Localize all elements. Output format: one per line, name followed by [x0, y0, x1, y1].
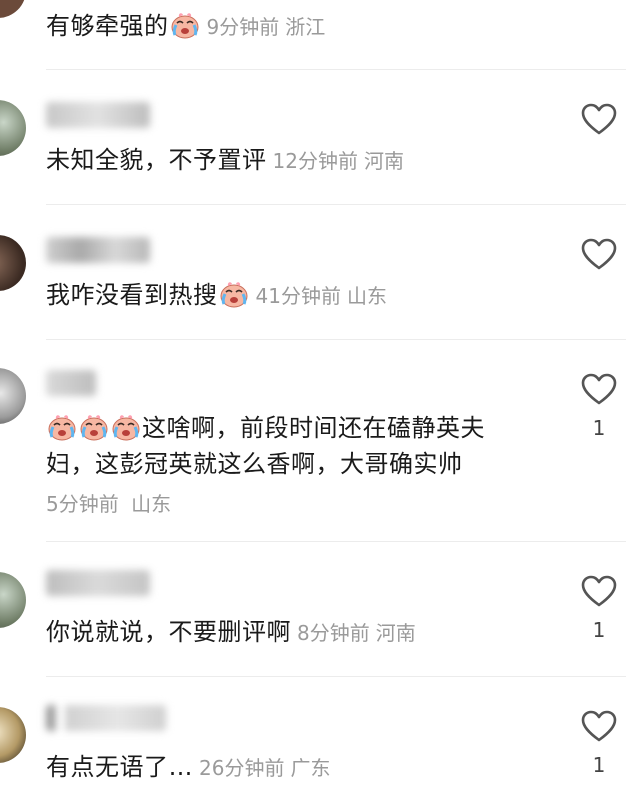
user-avatar[interactable]: [0, 368, 26, 424]
heart-outline-icon[interactable]: [580, 372, 618, 406]
comment-location: 广东: [290, 756, 331, 780]
comment-text: 这啥啊，前段时间还在磕静英夫 妇，这彭冠英就这么香啊，大哥确实帅: [46, 413, 485, 478]
comment-location: 山东: [131, 492, 172, 516]
comment-text: 我咋没看到热搜 41分钟前 山东: [46, 280, 387, 309]
comment-item: 未知全貌，不予置评 12分钟前 河南: [0, 70, 626, 205]
comment-item: 1 有点无语了… 26分钟前 广东: [0, 677, 626, 805]
heart-outline-icon[interactable]: [580, 237, 618, 271]
user-avatar[interactable]: [0, 0, 26, 18]
comment-time: 41分钟前: [255, 284, 341, 308]
username-blurred[interactable]: [46, 102, 150, 128]
comment-item: 1 这啥啊，前段时间还在磕静英夫 妇，这彭冠英就这么香啊，大哥确实帅 5分钟前 山…: [0, 340, 626, 542]
comment-text: 你说就说，不要删评啊 8分钟前 河南: [46, 618, 416, 646]
comment-location: 山东: [346, 284, 387, 308]
user-avatar[interactable]: [0, 707, 26, 763]
heart-outline-icon[interactable]: [580, 574, 618, 608]
comment-text: 有够牵强的 9分钟前 浙江: [46, 11, 326, 40]
comment-item: 我咋没看到热搜 41分钟前 山东: [0, 205, 626, 340]
username-blurred[interactable]: [46, 370, 96, 396]
comment-time: 26分钟前: [199, 756, 285, 780]
comment-location: 浙江: [285, 15, 326, 39]
crying-face-emoji-icon: [79, 413, 109, 441]
username-blurred[interactable]: [46, 237, 150, 263]
crying-face-emoji-icon: [111, 413, 141, 441]
user-avatar[interactable]: [0, 100, 26, 156]
comment-list: 有够牵强的 9分钟前 浙江 未知全貌，不予置评 12分钟前 河南 我咋没看到热搜 41分钟…: [0, 0, 626, 805]
heart-outline-icon[interactable]: [580, 709, 618, 743]
comment-text: 有点无语了… 26分钟前 广东: [46, 753, 331, 781]
comment-item: 有够牵强的 9分钟前 浙江: [0, 0, 626, 70]
username-blurred[interactable]: [46, 570, 150, 596]
username-blurred[interactable]: [46, 705, 166, 731]
user-avatar[interactable]: [0, 572, 26, 628]
comment-location: 河南: [363, 149, 404, 173]
like-count: 1: [592, 753, 606, 777]
comment-time: 12分钟前: [272, 149, 358, 173]
comment-time: 8分钟前: [297, 621, 370, 645]
comment-text: 未知全貌，不予置评 12分钟前 河南: [46, 146, 404, 174]
crying-face-emoji-icon: [170, 11, 200, 39]
like-count: 1: [592, 416, 606, 440]
heart-outline-icon[interactable]: [580, 102, 618, 136]
comment-time: 5分钟前: [46, 492, 119, 516]
crying-face-emoji-icon: [47, 413, 77, 441]
comment-time: 9分钟前: [206, 15, 280, 39]
comment-item: 1 你说就说，不要删评啊 8分钟前 河南: [0, 542, 626, 677]
crying-face-emoji-icon: [219, 280, 249, 308]
comment-location: 河南: [375, 621, 416, 645]
user-avatar[interactable]: [0, 235, 26, 291]
like-count: 1: [592, 618, 606, 642]
comment-meta: 5分钟前 山东: [46, 488, 171, 517]
